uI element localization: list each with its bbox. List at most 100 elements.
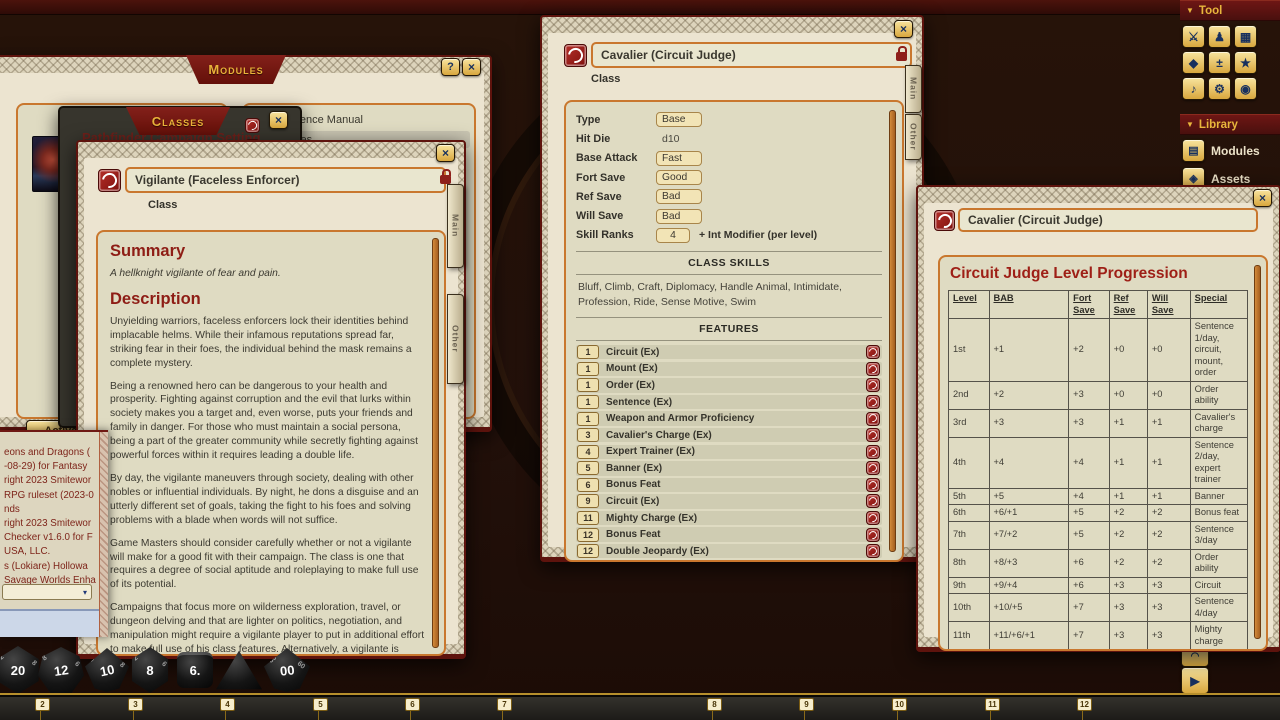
play-button[interactable]: ▶ <box>1181 667 1209 694</box>
feature-row[interactable]: 11Mighty Charge (Ex) <box>576 511 882 525</box>
feature-row[interactable]: 4Expert Trainer (Ex) <box>576 445 882 459</box>
field-value[interactable]: Bad <box>656 189 702 204</box>
die-label: 10 <box>98 661 115 679</box>
feature-link-icon[interactable] <box>866 345 880 359</box>
level-progression-window[interactable]: Cavalier (Circuit Judge) Circuit Judge L… <box>916 185 1280 652</box>
class-entry-icon[interactable] <box>245 118 260 133</box>
feature-link-icon[interactable] <box>866 445 880 459</box>
scrollbar[interactable] <box>889 110 896 552</box>
field-value[interactable]: Base <box>656 112 702 127</box>
vigilante-class-window[interactable]: Vigilante (Faceless Enforcer) Class Summ… <box>76 140 466 659</box>
sidebar-section-library[interactable]: ▼ Library <box>1180 114 1280 135</box>
feature-row[interactable]: 1Sentence (Ex) <box>576 395 882 409</box>
field-value[interactable]: Bad <box>656 209 702 224</box>
feature-row[interactable]: 1Circuit (Ex) <box>576 345 882 359</box>
sound-icon[interactable]: ♪ <box>1182 77 1205 100</box>
lock-icon[interactable] <box>896 52 907 61</box>
record-title-field[interactable]: Cavalier (Circuit Judge) <box>591 42 912 68</box>
feature-row[interactable]: 6Bonus Feat <box>576 478 882 492</box>
hotkey-slot-label[interactable]: 12 <box>1077 698 1092 711</box>
folder-icon[interactable]: ▤ <box>1182 139 1205 162</box>
field-value[interactable]: 4 <box>656 228 690 243</box>
hotkey-slot-label[interactable]: 8 <box>707 698 722 711</box>
d20-die[interactable]: 2028 <box>0 646 41 694</box>
table-cell: +3 <box>1109 594 1147 622</box>
lock-icon[interactable] <box>440 175 451 184</box>
sidebar-item-modules[interactable]: Modules <box>1211 144 1260 158</box>
hotkey-slot-label[interactable]: 6 <box>405 698 420 711</box>
hotkey-slot-label[interactable]: 11 <box>985 698 1000 711</box>
class-record-icon[interactable] <box>564 44 587 67</box>
feature-row[interactable]: 12Double Jeopardy (Ex) <box>576 544 882 558</box>
hotkey-slot-label[interactable]: 3 <box>128 698 143 711</box>
hotkey-slot-label[interactable]: 4 <box>220 698 235 711</box>
class-record-icon[interactable] <box>98 169 121 192</box>
chat-mode-dropdown[interactable]: ▾ <box>2 584 92 600</box>
sidebar-item-assets[interactable]: Assets <box>1211 172 1250 186</box>
feature-link-icon[interactable] <box>866 561 880 562</box>
d12-die[interactable]: 1286 <box>38 647 84 693</box>
feature-row[interactable]: 14Greater Banner (Ex) <box>576 561 882 562</box>
d100-die[interactable]: 008060 <box>264 648 310 692</box>
field-value[interactable]: Fast <box>656 151 702 166</box>
feature-row[interactable]: 12Bonus Feat <box>576 527 882 541</box>
feature-link-icon[interactable] <box>866 412 880 426</box>
record-title-field[interactable]: Cavalier (Circuit Judge) <box>958 208 1258 232</box>
class-record-icon[interactable] <box>934 210 955 231</box>
scrollbar[interactable] <box>1254 265 1261 639</box>
chat-window[interactable]: eons and Dragons (-08-29) for Fantasyrig… <box>0 430 108 637</box>
tokens-icon[interactable]: ◉ <box>1234 77 1257 100</box>
feature-row[interactable]: 5Banner (Ex) <box>576 461 882 475</box>
feature-row[interactable]: 3Cavalier's Charge (Ex) <box>576 428 882 442</box>
record-title-field[interactable]: Vigilante (Faceless Enforcer) <box>125 167 446 193</box>
field-value[interactable]: Good <box>656 170 702 185</box>
hotkey-slot-label[interactable]: 5 <box>313 698 328 711</box>
feature-link-icon[interactable] <box>866 362 880 376</box>
sidebar-section-tool[interactable]: ▼ Tool <box>1180 0 1280 21</box>
cavalier-class-window[interactable]: Cavalier (Circuit Judge) Class TypeBaseH… <box>540 15 924 562</box>
close-icon[interactable]: × <box>894 20 913 38</box>
feature-row[interactable]: 9Circuit (Ex) <box>576 494 882 508</box>
tab-main[interactable]: Main <box>447 184 464 268</box>
calendar-icon[interactable]: ▦ <box>1234 25 1257 48</box>
dice-tower-icon[interactable]: ◆ <box>1182 51 1205 74</box>
hotkey-slot-label[interactable]: 10 <box>892 698 907 711</box>
feature-link-icon[interactable] <box>866 395 880 409</box>
d8-die[interactable]: 826 <box>129 647 171 693</box>
chat-input[interactable] <box>0 609 100 637</box>
feature-row[interactable]: 1Mount (Ex) <box>576 362 882 376</box>
close-icon[interactable]: × <box>462 58 481 76</box>
feature-link-icon[interactable] <box>866 478 880 492</box>
help-button[interactable]: ? <box>441 58 460 76</box>
hotkey-slot-label[interactable]: 9 <box>799 698 814 711</box>
modules-ribbon[interactable]: Modules <box>186 55 286 84</box>
d6-die[interactable]: 6. <box>177 652 213 688</box>
combat-icon[interactable]: ⚔ <box>1182 25 1205 48</box>
close-icon[interactable]: × <box>436 144 455 162</box>
modifiers-icon[interactable]: ± <box>1208 51 1231 74</box>
hotkey-slot-label[interactable]: 2 <box>35 698 50 711</box>
scrollbar[interactable] <box>432 238 439 648</box>
feature-link-icon[interactable] <box>866 528 880 542</box>
d4-die[interactable]: 44 <box>216 649 262 691</box>
table-cell: +3 <box>1069 409 1110 437</box>
hotkey-slot-label[interactable]: 7 <box>497 698 512 711</box>
options-icon[interactable]: ⚙ <box>1208 77 1231 100</box>
close-icon[interactable]: × <box>1253 189 1272 207</box>
d10-die[interactable]: 1028 <box>85 648 129 692</box>
feature-link-icon[interactable] <box>866 378 880 392</box>
tab-other[interactable]: Other <box>905 114 922 160</box>
effects-icon[interactable]: ★ <box>1234 51 1257 74</box>
feature-row[interactable]: 1Weapon and Armor Proficiency <box>576 411 882 425</box>
close-icon[interactable]: × <box>269 111 288 129</box>
feature-link-icon[interactable] <box>866 428 880 442</box>
feature-link-icon[interactable] <box>866 461 880 475</box>
feature-link-icon[interactable] <box>866 544 880 558</box>
classes-ribbon[interactable]: Classes <box>126 107 230 135</box>
feature-link-icon[interactable] <box>866 511 880 525</box>
feature-row[interactable]: 1Order (Ex) <box>576 378 882 392</box>
party-icon[interactable]: ♟ <box>1208 25 1231 48</box>
feature-link-icon[interactable] <box>866 494 880 508</box>
tab-other[interactable]: Other <box>447 294 464 384</box>
tab-main[interactable]: Main <box>905 65 922 113</box>
